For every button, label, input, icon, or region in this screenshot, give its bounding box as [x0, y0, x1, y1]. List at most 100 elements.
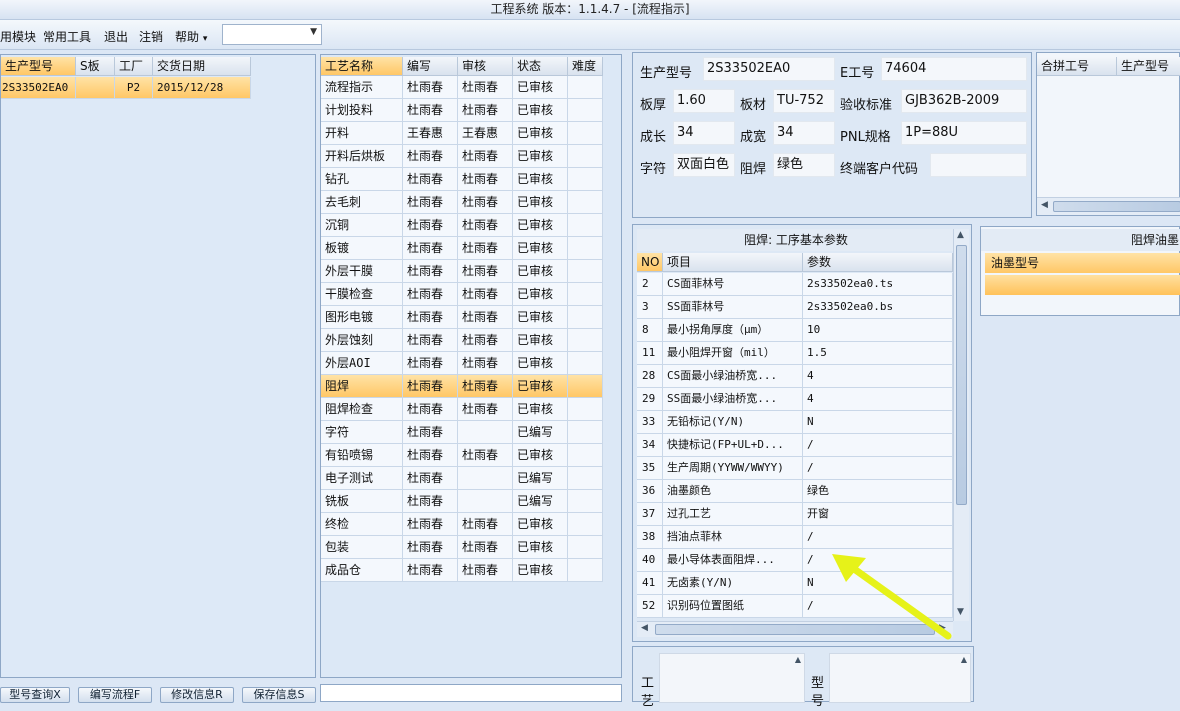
thickness-label: 板厚 [640, 98, 667, 113]
param-value-cell: 绿色 [803, 480, 953, 503]
menu-exit[interactable]: 退出 [104, 28, 128, 45]
col-header-item[interactable]: 项目 [663, 253, 803, 272]
writer-cell: 杜雨春 [403, 168, 458, 191]
eno-field[interactable]: 74604 [881, 57, 1027, 81]
scroll-thumb[interactable] [1053, 201, 1180, 212]
menu-help[interactable]: 帮助 ▾ [175, 28, 207, 45]
scroll-left-icon[interactable]: ◀ [1041, 200, 1048, 210]
scroll-up-icon[interactable]: ▲ [957, 230, 964, 240]
status-cell: 已审核 [513, 237, 568, 260]
process-name-cell: 开料 [321, 122, 403, 145]
save-info-button[interactable]: 保存信息S [242, 687, 316, 703]
writer-cell: 杜雨春 [403, 237, 458, 260]
reviewer-cell: 杜雨春 [458, 536, 513, 559]
col-header-combine-model[interactable]: 生产型号 [1117, 57, 1180, 76]
status-cell: 已编写 [513, 421, 568, 444]
scroll-up-icon[interactable]: ▲ [961, 655, 967, 664]
model-field[interactable]: 2S33502EA0 [703, 57, 835, 81]
eno-label: E工号 [840, 66, 875, 81]
status-cell: 已审核 [513, 352, 568, 375]
process-name-cell: 电子测试 [321, 467, 403, 490]
difficulty-cell [568, 513, 603, 536]
col-header-combine-no[interactable]: 合拼工号 [1037, 57, 1117, 76]
menu-tools[interactable]: 常用工具 [43, 28, 91, 45]
reviewer-cell [458, 421, 513, 444]
status-cell: 已审核 [513, 306, 568, 329]
pnl-label: PNL规格 [840, 130, 891, 145]
scroll-up-icon[interactable]: ▲ [795, 655, 801, 664]
reviewer-cell: 杜雨春 [458, 191, 513, 214]
writer-cell: 杜雨春 [403, 444, 458, 467]
model-textarea[interactable]: ▲ [829, 653, 971, 703]
col-header-param[interactable]: 参数 [803, 253, 953, 272]
menu-modules[interactable]: 用模块 [0, 28, 36, 45]
col-header-process[interactable]: 工艺名称 [321, 57, 403, 76]
char-field[interactable]: 双面白色 [673, 153, 735, 177]
scroll-left-icon[interactable]: ◀ [641, 623, 648, 633]
col-header-factory[interactable]: 工厂 [115, 57, 153, 76]
status-cell: 已审核 [513, 536, 568, 559]
writer-cell: 杜雨春 [403, 375, 458, 398]
param-no-cell: 11 [637, 342, 663, 365]
combine-hscroll[interactable]: ◀ [1037, 197, 1180, 215]
param-item-cell: 无铅标记(Y/N) [663, 411, 803, 434]
writer-cell: 杜雨春 [403, 76, 458, 99]
reviewer-cell: 王春惠 [458, 122, 513, 145]
difficulty-cell [568, 352, 603, 375]
width-field[interactable]: 34 [773, 121, 835, 145]
delivery-cell: 2015/12/28 [153, 77, 251, 99]
difficulty-cell [568, 145, 603, 168]
table-row[interactable] [985, 275, 1180, 295]
pnl-field[interactable]: 1P=88U [901, 121, 1027, 145]
col-header-no[interactable]: NO [637, 253, 663, 272]
process-name-cell: 流程指示 [321, 76, 403, 99]
param-item-cell: CS面最小绿油桥宽... [663, 365, 803, 388]
col-header-ink-type[interactable]: 油墨型号 [985, 253, 1180, 273]
difficulty-cell [568, 536, 603, 559]
standard-field[interactable]: GJB362B-2009 [901, 89, 1027, 113]
difficulty-cell [568, 306, 603, 329]
col-header-difficulty[interactable]: 难度 [568, 57, 603, 76]
process-name-cell: 包装 [321, 536, 403, 559]
param-value-cell: / [803, 457, 953, 480]
reviewer-cell: 杜雨春 [458, 237, 513, 260]
reviewer-cell: 杜雨春 [458, 260, 513, 283]
customer-field[interactable] [930, 153, 1027, 177]
status-cell: 已审核 [513, 214, 568, 237]
col-header-delivery[interactable]: 交货日期 [153, 57, 251, 76]
modify-info-button[interactable]: 修改信息R [160, 687, 234, 703]
reviewer-cell [458, 467, 513, 490]
reviewer-cell: 杜雨春 [458, 329, 513, 352]
col-header-model[interactable]: 生产型号 [1, 57, 76, 76]
status-cell: 已编写 [513, 490, 568, 513]
process-name-cell: 字符 [321, 421, 403, 444]
param-no-cell: 40 [637, 549, 663, 572]
s-board-cell [76, 77, 115, 99]
difficulty-cell [568, 467, 603, 490]
material-field[interactable]: TU-752 [773, 89, 835, 113]
length-field[interactable]: 34 [673, 121, 735, 145]
col-header-writer[interactable]: 编写 [403, 57, 458, 76]
col-header-status[interactable]: 状态 [513, 57, 568, 76]
thickness-field[interactable]: 1.60 [673, 89, 735, 113]
model-query-button[interactable]: 型号查询X [0, 687, 70, 703]
process-textarea[interactable]: ▲ [659, 653, 805, 703]
bottom-panel: 工艺 ▲ 型号 ▲ [632, 646, 974, 709]
difficulty-cell [568, 214, 603, 237]
menu-select[interactable]: ▼ [222, 24, 322, 45]
menu-logout[interactable]: 注销 [139, 28, 163, 45]
writer-cell: 杜雨春 [403, 306, 458, 329]
mask-field[interactable]: 绿色 [773, 153, 835, 177]
process-name-cell: 铣板 [321, 490, 403, 513]
process-name-cell: 钻孔 [321, 168, 403, 191]
param-value-cell: 2s33502ea0.bs [803, 296, 953, 319]
col-header-reviewer[interactable]: 审核 [458, 57, 513, 76]
writer-cell: 杜雨春 [403, 99, 458, 122]
scroll-thumb[interactable] [956, 245, 967, 505]
col-header-s-board[interactable]: S板 [76, 57, 115, 76]
write-process-button[interactable]: 编写流程F [78, 687, 152, 703]
difficulty-cell [568, 421, 603, 444]
ink-title: 阻焊油墨 [981, 229, 1180, 251]
reviewer-cell: 杜雨春 [458, 306, 513, 329]
writer-cell: 杜雨春 [403, 559, 458, 582]
